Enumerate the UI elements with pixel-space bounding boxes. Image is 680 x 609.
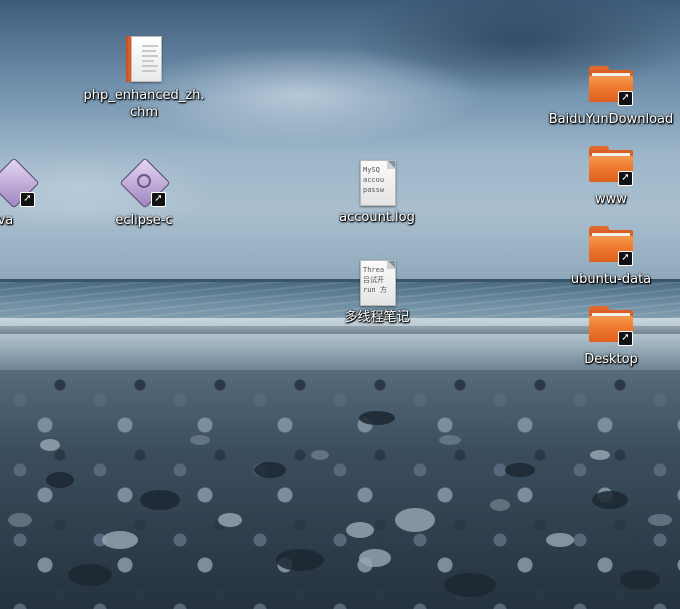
link-arrow-icon: ➚ [618, 331, 633, 346]
link-arrow-icon: ➚ [618, 251, 633, 266]
desktop-icon-baiduyundownload[interactable]: ➚ BaiduYunDownload [546, 60, 676, 128]
file-preview-line: 吕试开 [363, 276, 384, 284]
link-arrow-icon: ➚ [151, 192, 166, 207]
file-preview-line: MySQ [363, 166, 380, 174]
file-preview-line: run 方 [363, 286, 387, 294]
link-arrow-icon: ➚ [20, 192, 35, 207]
desktop-icon-account-log[interactable]: MySQ accou passw account.log [312, 158, 442, 226]
text-file-icon: MySQ accou passw [353, 158, 401, 206]
file-preview-line: accou [363, 176, 385, 184]
file-preview-line: Threa [363, 266, 385, 274]
eclipse-icon: ➚ [119, 157, 171, 209]
desktop-icon-label: BaiduYunDownload [548, 112, 674, 127]
desktop-icon-php-enhanced-chm[interactable]: php_enhanced_zh. chm [79, 36, 209, 121]
desktop-icon-label: account.log [339, 210, 415, 225]
folder-icon: ➚ [587, 60, 635, 108]
desktop-icon-label: java [0, 213, 14, 228]
desktop-icon-label: Desktop [584, 352, 638, 367]
desktop-icon-www[interactable]: ➚ www [546, 140, 676, 208]
folder-icon: ➚ [587, 220, 635, 268]
folder-icon: ➚ [587, 140, 635, 188]
desktop-icon-label: ubuntu-data [570, 272, 652, 287]
desktop-icon-label: php_enhanced_zh. chm [83, 88, 205, 120]
desktop-icon-ubuntu-data[interactable]: ➚ ubuntu-data [546, 220, 676, 288]
desktop-icon-thread-notes[interactable]: Threa 吕试开 run 方 多线程笔记 [312, 258, 442, 326]
text-file-icon: Threa 吕试开 run 方 [353, 258, 401, 306]
desktop-icon-label: www [595, 192, 627, 207]
desktop-icon-label: eclipse-c [115, 213, 173, 228]
link-arrow-icon: ➚ [618, 91, 633, 106]
desktop-icon-java[interactable]: ➚ java [0, 157, 78, 229]
desktop-icon-label: 多线程笔记 [344, 310, 410, 325]
chm-file-icon [120, 36, 168, 84]
desktop[interactable]: php_enhanced_zh. chm ➚ java ➚ eclipse-c … [0, 0, 680, 609]
desktop-icon-desktop[interactable]: ➚ Desktop [546, 300, 676, 368]
desktop-icon-eclipse-c[interactable]: ➚ eclipse-c [79, 157, 209, 229]
application-icon: ➚ [0, 157, 40, 209]
link-arrow-icon: ➚ [618, 171, 633, 186]
file-preview-line: passw [363, 186, 385, 194]
folder-icon: ➚ [587, 300, 635, 348]
